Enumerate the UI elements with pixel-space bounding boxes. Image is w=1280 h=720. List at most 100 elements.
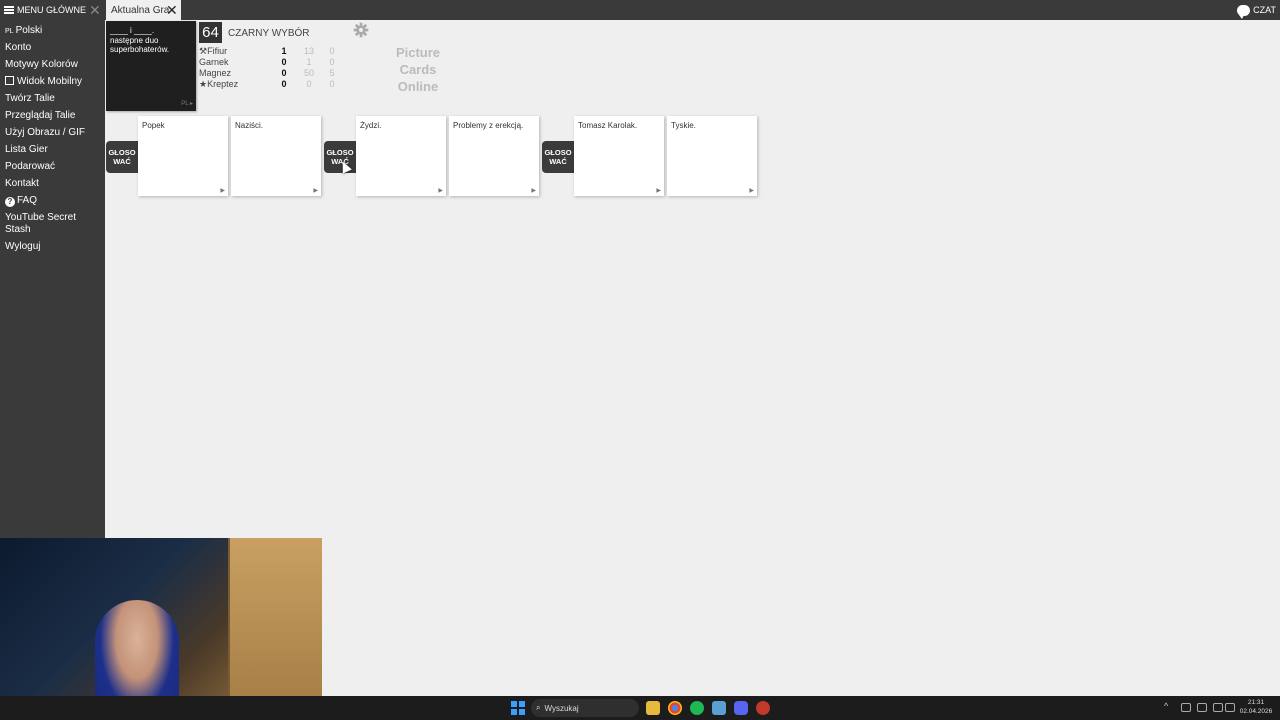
player-stat: 0 [329, 79, 335, 89]
player-row: Garnek 0 1 0 [199, 57, 344, 68]
white-card[interactable]: Popek ▶ [138, 116, 228, 196]
network-icon[interactable] [1181, 703, 1191, 712]
vote-button-label: GŁOSO [108, 148, 136, 157]
sidebar-item-faq[interactable]: ? FAQ [5, 195, 37, 207]
sidebar-item-game-list[interactable]: Lista Gier [5, 144, 48, 156]
vote-button-label: GŁOSO [326, 148, 354, 157]
question-icon: ? [5, 197, 15, 207]
taskbar-search[interactable]: ⌕ Wyszukaj [531, 699, 639, 717]
sidebar-item-label-line2: Stash [5, 224, 31, 235]
obs-icon[interactable] [756, 701, 770, 715]
sidebar-item-label: YouTube Secret [5, 212, 76, 223]
webcam-overlay [0, 538, 322, 720]
card-arrow-icon: ▶ [438, 188, 443, 194]
discord-icon[interactable] [734, 701, 748, 715]
webcam-background-wardrobe [228, 538, 322, 720]
clock-time: 21:31 [1247, 699, 1265, 706]
black-card-text: następne duo superbohaterów. [110, 36, 170, 54]
sidebar-item-browse-decks[interactable]: Przeglądaj Talie [5, 110, 75, 122]
white-card-text: Tyskie. [671, 121, 696, 130]
logo-line: Cards [399, 62, 437, 77]
volume-icon[interactable] [1225, 703, 1235, 712]
player-score: 0 [281, 79, 287, 89]
tray-overflow-chevron-icon[interactable]: ^ [1164, 701, 1168, 711]
chrome-icon[interactable] [668, 701, 682, 715]
chat-label: CZAT [1253, 5, 1276, 15]
white-card[interactable]: Tomasz Karolak. ▶ [574, 116, 664, 196]
gavel-icon: ⚒ [199, 46, 208, 56]
player-score: 0 [281, 68, 287, 78]
sidebar-item-contact[interactable]: Kontakt [5, 178, 39, 190]
black-card-footer: PL ▸ [181, 101, 193, 107]
sidebar-item-label: Widok Mobilny [17, 76, 83, 87]
steam-icon[interactable] [712, 701, 726, 715]
search-icon: ⌕ [536, 703, 541, 712]
main-menu-button[interactable]: MENU GŁÓWNE [0, 0, 86, 20]
sidebar-item-logout[interactable]: Wyloguj [5, 241, 40, 253]
player-stat: 1 [306, 57, 312, 67]
sidebar-menu: PL Polski Konto Motywy Kolorów Widok Mobi… [0, 20, 105, 538]
white-card[interactable]: Problemy z erekcją. ▶ [449, 116, 539, 196]
white-card-text: Żydzi. [360, 121, 382, 130]
round-badge: 64 [199, 22, 222, 43]
mobile-view-checkbox[interactable] [5, 76, 14, 85]
logo-line: Online [397, 79, 439, 94]
gear-icon[interactable] [353, 22, 369, 38]
white-card-text: Popek [142, 121, 165, 130]
chat-bubble-icon [1237, 4, 1251, 19]
player-row: ★Kreptez 0 0 0 [199, 79, 344, 90]
hamburger-icon [4, 6, 14, 14]
player-name: Magnez [199, 68, 232, 78]
player-stat: 0 [306, 79, 312, 89]
player-stat: 50 [303, 68, 314, 78]
language-flag-tag: PL [5, 28, 14, 35]
vote-button[interactable]: GŁOSO WAĆ [542, 141, 574, 173]
card-arrow-icon: ▶ [749, 188, 754, 194]
menu-close-icon[interactable]: ✕ [89, 2, 101, 18]
microphone-icon[interactable] [1197, 703, 1207, 712]
black-card: ____ i ____. następne duo superbohaterów… [106, 21, 196, 111]
player-row: ⚒Fifiur 1 13 0 [199, 46, 344, 57]
tab-close-icon[interactable]: ✕ [166, 2, 178, 18]
vote-button-label: WAĆ [549, 157, 567, 166]
player-stat: 0 [329, 57, 335, 67]
white-card[interactable]: Naziści. ▶ [231, 116, 321, 196]
taskbar-clock[interactable]: 21:31 02.04.2026 [1238, 698, 1274, 716]
site-logo: Picture Cards Online [388, 44, 448, 95]
vote-button[interactable]: GŁOSO WAĆ [106, 141, 138, 173]
taskbar-search-label: Wyszukaj [544, 703, 579, 713]
sidebar-item-use-image-gif[interactable]: Użyj Obrazu / GIF [5, 127, 85, 139]
main-menu-label: MENU GŁÓWNE [17, 5, 87, 15]
chat-button[interactable]: CZAT [1237, 0, 1276, 20]
clock-date: 02.04.2026 [1239, 708, 1273, 715]
sidebar-item-language[interactable]: PL Polski [5, 25, 42, 38]
player-name: ★Kreptez [199, 79, 239, 89]
sidebar-item-mobile-view[interactable]: Widok Mobilny [5, 76, 82, 88]
white-card-text: Naziści. [235, 121, 264, 130]
spotify-icon[interactable] [690, 701, 704, 715]
player-stat: 5 [329, 68, 335, 78]
player-name: ⚒Fifiur [199, 46, 228, 56]
os-taskbar: ⌕ Wyszukaj ^ 21:31 02.04.2026 [0, 696, 1280, 720]
sidebar-item-create-decks[interactable]: Twórz Talie [5, 93, 55, 105]
player-row: Magnez 0 50 5 [199, 68, 344, 79]
sidebar-item-label: Polski [15, 25, 43, 36]
sidebar-item-account[interactable]: Konto [5, 42, 31, 54]
card-arrow-icon: ▶ [220, 188, 225, 194]
game-mode-label: CZARNY WYBÓR [228, 28, 310, 39]
monitor-icon[interactable] [1213, 703, 1223, 712]
sidebar-item-donate[interactable]: Podarować [5, 161, 55, 173]
card-arrow-icon: ▶ [531, 188, 536, 194]
player-score: 0 [281, 57, 287, 67]
sidebar-item-color-themes[interactable]: Motywy Kolorów [5, 59, 78, 71]
white-card[interactable]: Tyskie. ▶ [667, 116, 757, 196]
windows-start-icon[interactable] [511, 701, 525, 715]
card-arrow-icon: ▶ [656, 188, 661, 194]
logo-line: Picture [395, 45, 441, 60]
white-card[interactable]: Żydzi. ▶ [356, 116, 446, 196]
sidebar-item-youtube-secret-stash[interactable]: YouTube Secret Stash [5, 212, 76, 236]
card-arrow-icon: ▶ [313, 188, 318, 194]
top-bar: MENU GŁÓWNE ✕ Aktualna Gra ✕ CZAT [0, 0, 1280, 20]
file-explorer-icon[interactable] [646, 701, 660, 715]
sidebar-item-label: FAQ [17, 195, 38, 206]
